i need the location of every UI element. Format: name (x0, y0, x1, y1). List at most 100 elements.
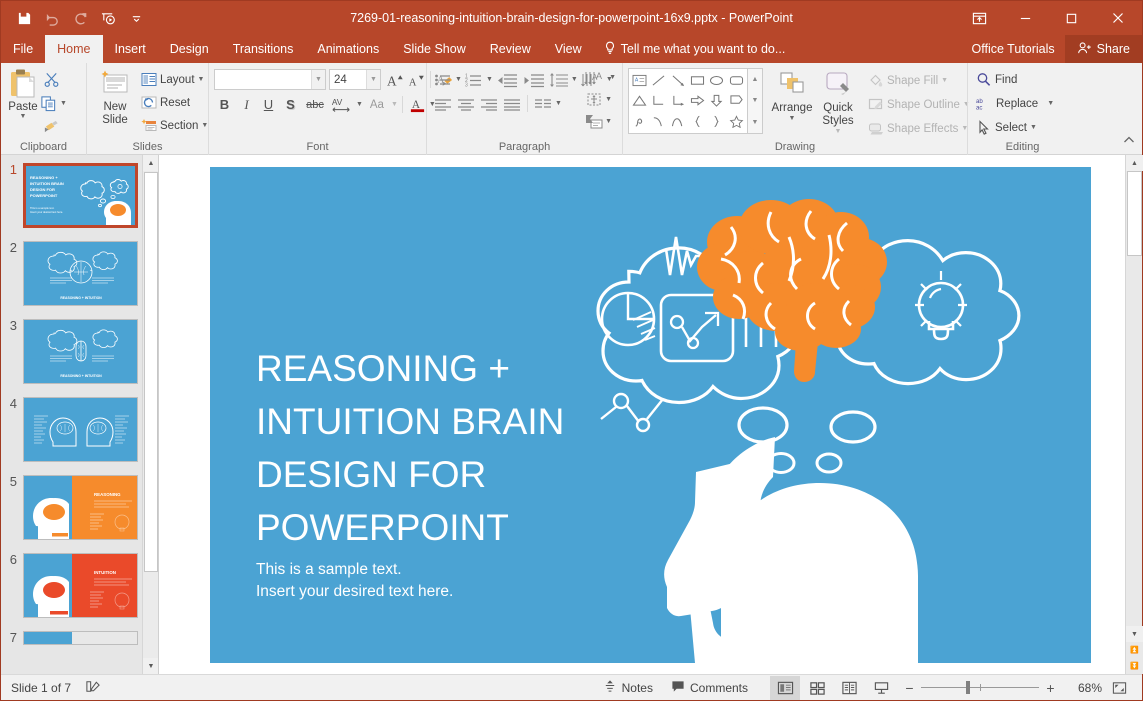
font-size-caret[interactable]: ▼ (366, 70, 380, 89)
zoom-level[interactable]: 68% (1064, 681, 1102, 695)
thumbnail-preview[interactable]: REASONING + INTUITION BRAIN DESIGN FOR P… (23, 163, 138, 228)
find-button[interactable]: Find (973, 69, 1020, 90)
thumbnail-preview[interactable] (23, 397, 138, 462)
zoom-track[interactable] (921, 687, 1039, 688)
shapes-gallery[interactable]: A (628, 68, 748, 134)
text-direction-vertical-icon[interactable]: A (583, 67, 609, 88)
elbow-arrow-connector-shape[interactable] (669, 91, 688, 112)
reading-view-icon[interactable] (834, 676, 864, 700)
grow-font-icon[interactable]: A (385, 69, 406, 90)
tab-insert[interactable]: Insert (103, 35, 158, 63)
font-name-caret[interactable]: ▼ (311, 70, 325, 89)
arrange-button[interactable]: Arrange ▼ (769, 68, 815, 124)
select-button[interactable]: Select ▼ (973, 117, 1040, 138)
shrink-font-icon[interactable]: A (406, 69, 427, 90)
shape-outline-button[interactable]: Shape Outline ▼ (865, 94, 973, 115)
share-button[interactable]: Share (1065, 35, 1142, 63)
thumbnail-slide-6[interactable]: 6 INTUITION (1, 553, 142, 618)
layout-caret[interactable]: ▼ (198, 76, 205, 83)
elbow-connector-shape[interactable] (649, 91, 668, 112)
shape-fill-caret[interactable]: ▼ (941, 77, 948, 84)
zoom-slider[interactable]: − + (898, 680, 1062, 696)
restore-icon[interactable] (1048, 1, 1094, 35)
line-spacing-icon[interactable] (548, 69, 570, 90)
arrow-shape[interactable] (669, 70, 688, 91)
smartart-caret[interactable]: ▼ (605, 118, 612, 125)
new-slide-button[interactable]: New Slide (92, 67, 138, 129)
format-painter-button[interactable] (40, 116, 67, 137)
shape-effects-button[interactable]: Shape Effects ▼ (865, 118, 973, 139)
tab-view[interactable]: View (543, 35, 594, 63)
strikethrough-icon[interactable]: abc (302, 94, 328, 115)
text-box-shape[interactable]: A (630, 70, 649, 91)
change-case-caret[interactable]: ▼ (391, 101, 398, 108)
scroll-down-icon[interactable]: ▼ (1126, 626, 1143, 642)
undo-icon[interactable] (39, 6, 65, 30)
thumbnail-slide-7[interactable]: 7 (1, 631, 142, 645)
slide-indicator[interactable]: Slide 1 of 7 (11, 681, 71, 695)
close-icon[interactable] (1094, 1, 1142, 35)
right-arrow-shape[interactable] (688, 91, 707, 112)
chevron-down-icon[interactable] (123, 6, 149, 30)
thumbnail-preview[interactable]: REASONING + INTUITION (23, 319, 138, 384)
save-icon[interactable] (11, 6, 37, 30)
bullets-caret[interactable]: ▼ (455, 76, 462, 83)
slide-subtitle-placeholder[interactable]: This is a sample text. Insert your desir… (256, 559, 453, 603)
replace-button[interactable]: abac Replace ▼ (973, 93, 1057, 114)
thumbnail-scroll-down-icon[interactable]: ▼ (143, 658, 159, 674)
bold-icon[interactable]: B (214, 94, 235, 115)
slide-show-icon[interactable] (866, 676, 896, 700)
left-brace-shape[interactable] (688, 111, 707, 132)
thumbnail-preview[interactable]: INTUITION (23, 553, 138, 618)
oval-shape[interactable] (707, 70, 726, 91)
down-arrow-shape[interactable] (707, 91, 726, 112)
fit-slide-icon[interactable] (1104, 676, 1134, 700)
text-direction-vertical-caret[interactable]: ▼ (609, 74, 616, 81)
bullets-icon[interactable] (432, 69, 454, 90)
tab-design[interactable]: Design (158, 35, 221, 63)
tell-me-search[interactable]: Tell me what you want to do... (594, 35, 796, 63)
slide-sorter-icon[interactable] (802, 676, 832, 700)
scribble-shape[interactable] (630, 111, 649, 132)
thumbnail-slide-4[interactable]: 4 (1, 397, 142, 462)
zoom-handle[interactable] (966, 681, 970, 694)
slide-area-scrollbar[interactable]: ▲ ▼ ⏫ ⏬ (1125, 155, 1142, 674)
ribbon-options-icon[interactable] (956, 1, 1002, 35)
quick-styles-caret[interactable]: ▼ (835, 128, 842, 135)
scroll-thumb[interactable] (1127, 171, 1142, 256)
rounded-rectangle-shape[interactable] (727, 70, 746, 91)
paste-button[interactable]: Paste ▼ (6, 67, 40, 120)
align-text-caret[interactable]: ▼ (605, 96, 612, 103)
change-case-icon[interactable]: Aa (364, 94, 390, 115)
character-spacing-caret[interactable]: ▼ (356, 101, 363, 108)
rectangle-shape[interactable] (688, 70, 707, 91)
tab-transitions[interactable]: Transitions (221, 35, 306, 63)
curve-shape[interactable] (649, 111, 668, 132)
next-slide-icon[interactable]: ⏬ (1126, 658, 1143, 674)
zoom-in-button[interactable]: + (1045, 680, 1056, 696)
shapes-gallery-scrollbar[interactable]: ▲ ▼ ▼ (748, 68, 763, 134)
collapse-ribbon-button[interactable] (1122, 133, 1136, 152)
character-spacing-icon[interactable]: AV (329, 94, 355, 115)
align-right-icon[interactable] (478, 93, 500, 114)
thumbnail-slide-2[interactable]: 2 REASONING + INTUITION (1, 241, 142, 306)
thumbnail-preview[interactable] (23, 631, 138, 645)
normal-view-icon[interactable] (770, 676, 800, 700)
arrange-caret[interactable]: ▼ (789, 115, 796, 122)
slideshow-icon[interactable] (95, 6, 121, 30)
justify-icon[interactable] (501, 93, 523, 114)
accessibility-icon[interactable] (85, 679, 101, 697)
font-size-input[interactable]: 24 ▼ (329, 69, 381, 90)
italic-icon[interactable]: I (236, 94, 257, 115)
arc-shape[interactable] (669, 111, 688, 132)
shape-fill-button[interactable]: Shape Fill ▼ (865, 70, 973, 91)
align-text-icon[interactable] (583, 89, 605, 110)
previous-slide-icon[interactable]: ⏫ (1126, 642, 1143, 658)
paste-dropdown-caret[interactable]: ▼ (20, 113, 27, 120)
zoom-out-button[interactable]: − (904, 680, 915, 696)
tab-home[interactable]: Home (45, 35, 102, 63)
triangle-shape[interactable] (630, 91, 649, 112)
account-name[interactable]: Office Tutorials (962, 42, 1065, 56)
cut-button[interactable] (40, 69, 67, 90)
minimize-icon[interactable] (1002, 1, 1048, 35)
